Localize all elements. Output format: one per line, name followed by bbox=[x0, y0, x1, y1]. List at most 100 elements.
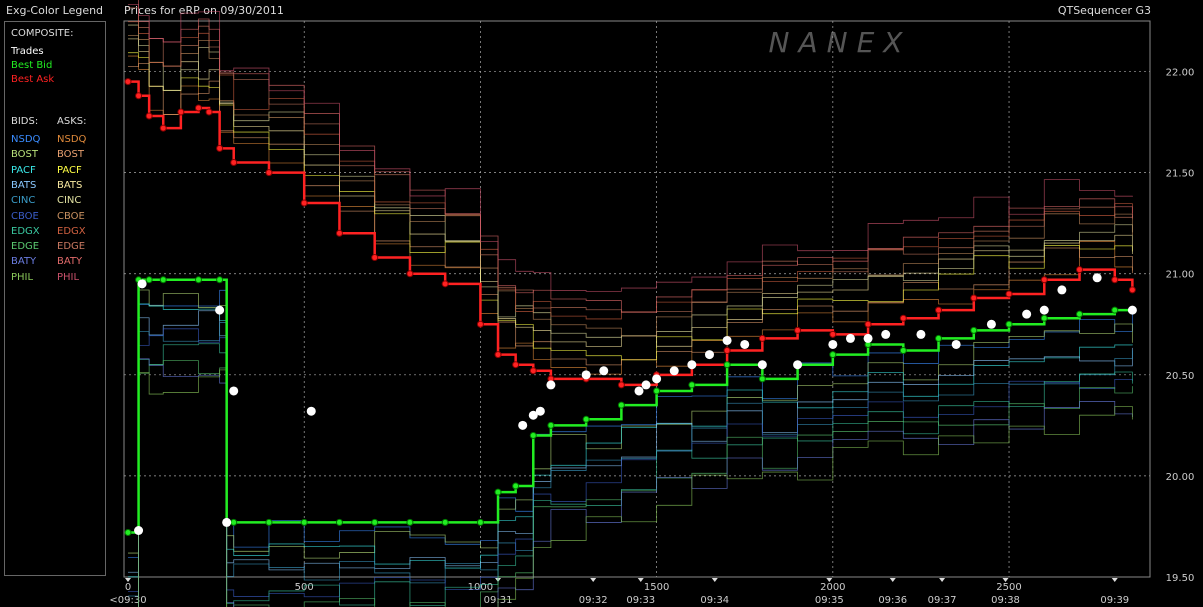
time-tick-label: 09:33 bbox=[626, 595, 655, 606]
trade-point bbox=[704, 350, 714, 360]
x-tick-label: 1500 bbox=[644, 582, 669, 593]
best-ask-point bbox=[1005, 290, 1013, 298]
best-bid-point bbox=[159, 276, 167, 284]
best-bid-point bbox=[145, 276, 153, 284]
trade-point bbox=[986, 319, 996, 329]
best-ask-point bbox=[864, 320, 872, 328]
time-marker bbox=[590, 578, 597, 582]
trade-point bbox=[599, 366, 609, 376]
best-bid-point bbox=[829, 351, 837, 359]
price-chart: NANEX19.5020.0020.5021.0021.5022.000 500 1… bbox=[109, 0, 1195, 607]
y-tick-label: 19.50 bbox=[1166, 573, 1195, 584]
best-ask-point bbox=[935, 306, 943, 314]
y-tick-label: 21.50 bbox=[1166, 169, 1195, 180]
time-tick-label: 09:32 bbox=[579, 595, 608, 606]
best-bid-point bbox=[970, 326, 978, 334]
best-ask-point bbox=[829, 330, 837, 338]
time-marker bbox=[711, 578, 718, 582]
best-ask-point bbox=[1111, 276, 1119, 284]
best-bid-point bbox=[335, 518, 343, 526]
best-ask-point bbox=[970, 294, 978, 302]
best-ask-point bbox=[617, 381, 625, 389]
best-bid-point bbox=[194, 276, 202, 284]
best-ask-point bbox=[512, 361, 520, 369]
best-ask-point bbox=[406, 270, 414, 278]
best-bid-point bbox=[371, 518, 379, 526]
trade-point bbox=[546, 380, 556, 390]
best-bid-point bbox=[476, 518, 484, 526]
best-bid-point bbox=[529, 431, 537, 439]
trade-point bbox=[134, 525, 144, 535]
best-ask-point bbox=[159, 124, 167, 132]
trade-point bbox=[215, 305, 225, 315]
best-bid-point bbox=[1076, 310, 1084, 318]
trade-point bbox=[1022, 309, 1032, 319]
best-ask-point bbox=[758, 334, 766, 342]
y-tick-label: 20.00 bbox=[1166, 472, 1195, 483]
trade-point bbox=[828, 339, 838, 349]
time-marker bbox=[1111, 578, 1118, 582]
trade-point bbox=[793, 360, 803, 370]
best-ask-point bbox=[441, 280, 449, 288]
best-bid-point bbox=[512, 482, 520, 490]
trade-point bbox=[229, 386, 239, 396]
trade-point bbox=[518, 420, 528, 430]
best-ask-point bbox=[135, 92, 143, 100]
best-bid-point bbox=[441, 518, 449, 526]
best-ask-point bbox=[1128, 286, 1136, 294]
time-tick-label: 09:34 bbox=[700, 595, 729, 606]
best-bid-point bbox=[617, 401, 625, 409]
best-bid-point bbox=[124, 529, 132, 537]
best-ask-point bbox=[216, 144, 224, 152]
trade-point bbox=[1092, 273, 1102, 283]
trade-point bbox=[951, 339, 961, 349]
watermark: NANEX bbox=[769, 26, 912, 59]
y-tick-label: 22.00 bbox=[1166, 68, 1195, 79]
best-bid-point bbox=[265, 518, 273, 526]
best-ask-point bbox=[371, 254, 379, 262]
time-marker bbox=[939, 578, 946, 582]
best-ask-point bbox=[177, 108, 185, 116]
best-ask-point bbox=[300, 199, 308, 207]
trade-point bbox=[306, 406, 316, 416]
trade-point bbox=[757, 360, 767, 370]
best-ask-point bbox=[230, 159, 238, 167]
trade-point bbox=[845, 333, 855, 343]
best-ask-point bbox=[494, 351, 502, 359]
time-tick-label: 09:37 bbox=[928, 595, 957, 606]
best-ask-point bbox=[265, 169, 273, 177]
time-tick-label: <09:30 bbox=[109, 595, 146, 606]
time-tick-label: 09:36 bbox=[878, 595, 907, 606]
y-tick-label: 21.00 bbox=[1166, 270, 1195, 281]
trade-point bbox=[634, 386, 644, 396]
trade-point bbox=[641, 380, 651, 390]
trade-point bbox=[652, 374, 662, 384]
best-bid-point bbox=[300, 518, 308, 526]
best-ask-point bbox=[194, 104, 202, 112]
time-tick-label: 09:35 bbox=[815, 595, 844, 606]
best-bid-point bbox=[723, 361, 731, 369]
best-ask-point bbox=[476, 320, 484, 328]
trade-point bbox=[1039, 305, 1049, 315]
x-tick-label: 2000 bbox=[820, 582, 845, 593]
best-ask-point bbox=[899, 314, 907, 322]
best-bid-point bbox=[653, 387, 661, 395]
trade-point bbox=[137, 279, 147, 289]
best-bid-point bbox=[216, 276, 224, 284]
best-ask-point bbox=[205, 108, 213, 116]
best-ask-point bbox=[529, 367, 537, 375]
trade-point bbox=[863, 333, 873, 343]
best-bid-point bbox=[758, 375, 766, 383]
best-bid-point bbox=[547, 421, 555, 429]
best-bid-point bbox=[406, 518, 414, 526]
x-tick-label: 2500 bbox=[996, 582, 1021, 593]
trade-point bbox=[581, 370, 591, 380]
best-bid-point bbox=[582, 415, 590, 423]
best-bid-point bbox=[1005, 320, 1013, 328]
trade-point bbox=[222, 517, 232, 527]
best-ask-point bbox=[124, 78, 132, 86]
best-bid-point bbox=[494, 488, 502, 496]
best-bid-point bbox=[688, 381, 696, 389]
time-marker bbox=[637, 578, 644, 582]
trade-point bbox=[916, 329, 926, 339]
